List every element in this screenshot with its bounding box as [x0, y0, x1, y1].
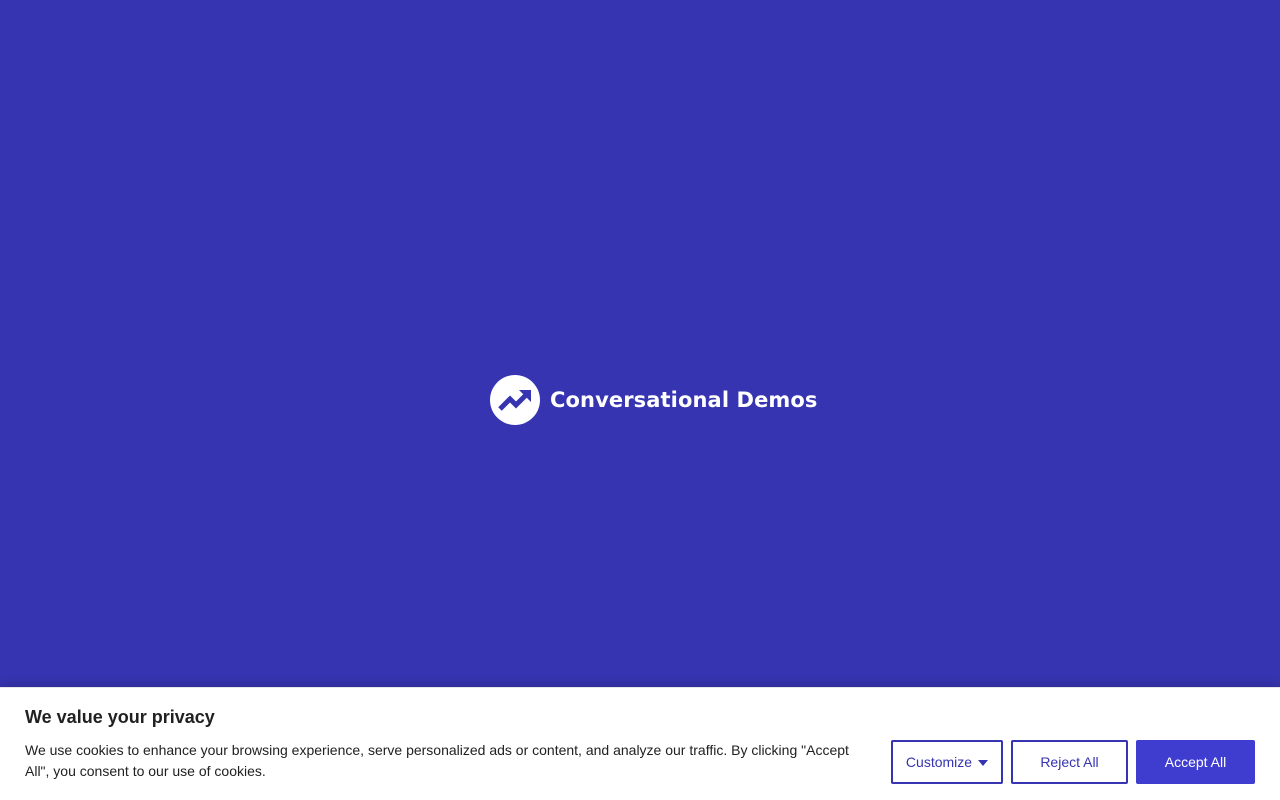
accept-all-button[interactable]: Accept All: [1136, 740, 1255, 784]
cookie-consent-banner: We value your privacy We use cookies to …: [0, 687, 1280, 800]
brand-name: Conversational Demos: [550, 388, 818, 412]
customize-button-label: Customize: [905, 754, 973, 770]
cookie-banner-title: We value your privacy: [25, 707, 215, 727]
reject-all-button[interactable]: Reject All: [1011, 740, 1128, 784]
trending-up-icon: [490, 375, 540, 425]
accept-all-button-label: Accept All: [1164, 754, 1227, 770]
customize-button[interactable]: Customize: [891, 740, 1003, 784]
reject-all-button-label: Reject All: [1040, 754, 1099, 770]
cookie-banner-text: We use cookies to enhance your browsing …: [25, 742, 849, 779]
page: { "brand": { "name": "Conversational Dem…: [0, 0, 1280, 800]
caret-down-icon: [978, 760, 989, 766]
brand-logo: Conversational Demos: [490, 375, 818, 425]
